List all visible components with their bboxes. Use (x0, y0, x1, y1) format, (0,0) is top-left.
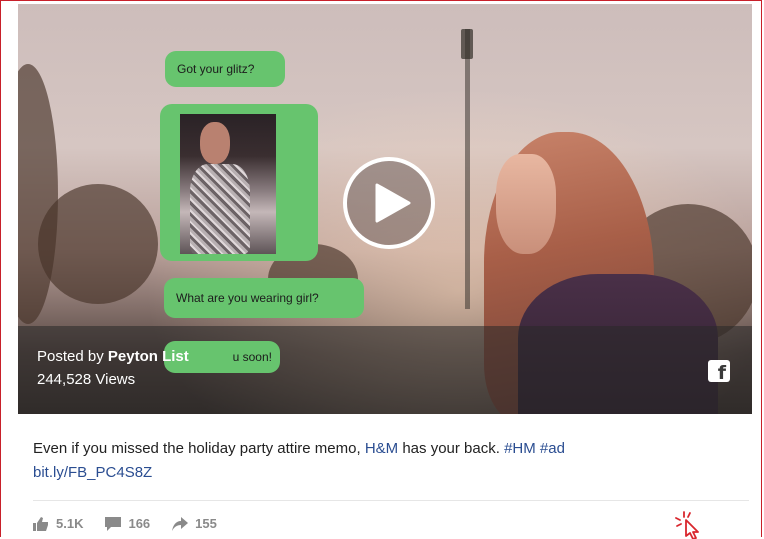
facebook-icon[interactable]: f (708, 360, 730, 384)
hashtag-ad[interactable]: #ad (540, 440, 565, 457)
posted-by: Posted by Peyton List (37, 348, 189, 365)
caption-text-2: has your back. (398, 440, 505, 457)
shares-stat[interactable]: 155 (172, 516, 217, 531)
brand-link[interactable]: H&M (365, 440, 398, 457)
chat-photo (180, 114, 276, 254)
hashtag-hm[interactable]: #HM (504, 440, 536, 457)
likes-count: 5.1K (56, 516, 84, 531)
share-arrow-icon (172, 516, 189, 531)
shares-count: 155 (195, 516, 217, 531)
engagement-stats: 5.1K 166 155 (33, 516, 239, 531)
divider (33, 500, 749, 501)
video-player[interactable]: Got your glitz? What are you wearing gir… (18, 4, 752, 414)
thumbs-up-icon (33, 516, 48, 531)
comments-count: 166 (128, 516, 151, 531)
chat-photo-face (200, 122, 230, 164)
comment-icon (105, 516, 122, 531)
likes-stat[interactable]: 5.1K (33, 516, 83, 531)
view-count: 244,528 Views (37, 371, 136, 388)
background-foliage (38, 184, 158, 304)
chat-bubble-1: Got your glitz? (165, 51, 285, 87)
post-caption: Even if you missed the holiday party att… (33, 437, 733, 485)
caption-text: Even if you missed the holiday party att… (33, 440, 365, 457)
comments-stat[interactable]: 166 (105, 516, 150, 531)
chat-bubble-3: What are you wearing girl? (164, 278, 364, 318)
posted-by-label: Posted by (37, 348, 108, 365)
chat-photo-bubble (160, 104, 318, 261)
chat-photo-dress (190, 164, 250, 254)
facebook-glyph: f (717, 362, 726, 384)
short-link[interactable]: bit.ly/FB_PC4S8Z (33, 464, 152, 481)
play-icon (375, 183, 411, 223)
play-button[interactable] (343, 157, 435, 249)
background-pole (465, 29, 470, 309)
video-person-face (496, 154, 556, 254)
background-pole-top (461, 29, 473, 59)
video-info-bar (18, 326, 752, 414)
click-cursor-icon (675, 511, 699, 539)
author-link[interactable]: Peyton List (108, 348, 189, 365)
